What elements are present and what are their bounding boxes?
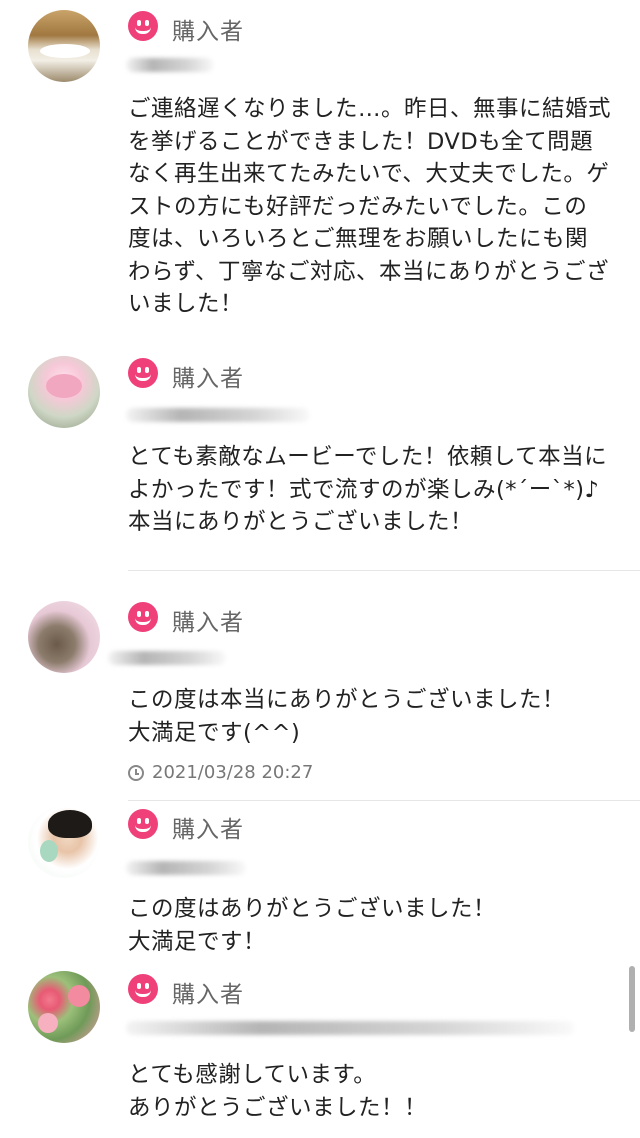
avatar[interactable]: [28, 10, 100, 82]
review-text: とても感謝しています。 ありがとうございました！！: [128, 1062, 428, 1121]
review-date-text: 2021/03/28 20:27: [152, 762, 314, 783]
buyer-role-label: 購入者: [172, 982, 244, 1008]
reviewer-name-blurred: [108, 651, 226, 665]
smiley-face-icon: [128, 974, 158, 1004]
review-date: 2021/03/28 20:27: [128, 762, 313, 783]
buyer-role-label: 購入者: [172, 817, 244, 843]
divider: [128, 570, 640, 571]
reviewer-name-blurred: [126, 58, 214, 72]
buyer-role-label: 購入者: [172, 610, 244, 636]
review-text: ご連絡遅くなりました…。昨日、無事に結婚式 を挙げることができました！DVDも全…: [128, 96, 612, 317]
buyer-role-label: 購入者: [172, 19, 244, 45]
scrollbar[interactable]: [629, 966, 635, 1032]
avatar[interactable]: [28, 806, 100, 878]
buyer-role-label: 購入者: [172, 366, 244, 392]
avatar[interactable]: [28, 971, 100, 1043]
review-text: この度はありがとうございました！ 大満足です！: [128, 896, 497, 955]
review-text: とても素敵なムービーでした！依頼して本当に よかったです！式で流すのが楽しみ(*…: [128, 444, 608, 535]
clock-icon: [128, 764, 144, 781]
avatar[interactable]: [28, 356, 100, 428]
reviewer-name-blurred: [126, 861, 246, 875]
smiley-face-icon: [128, 602, 158, 632]
reviewer-name-blurred: [126, 408, 310, 422]
divider: [128, 800, 640, 801]
smiley-face-icon: [128, 809, 158, 839]
smiley-face-icon: [128, 358, 158, 388]
smiley-face-icon: [128, 11, 158, 41]
avatar[interactable]: [28, 601, 100, 673]
reviewer-name-blurred: [126, 1021, 574, 1035]
review-text: この度は本当にありがとうございました！ 大満足です(^^): [128, 687, 566, 746]
